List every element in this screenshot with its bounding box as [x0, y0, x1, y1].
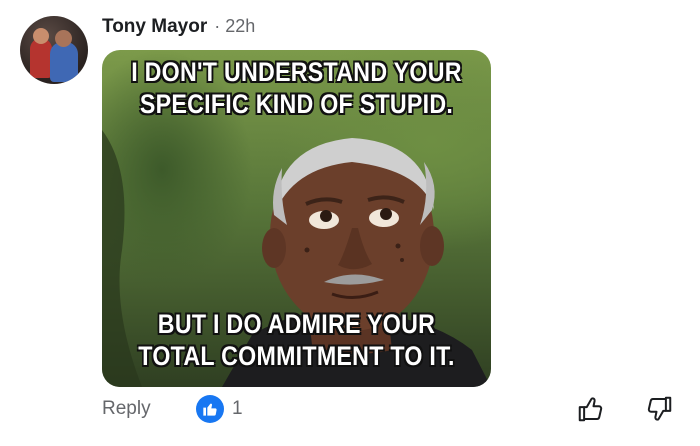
avatar-head-right	[55, 30, 72, 47]
author-name[interactable]: Tony Mayor	[102, 16, 207, 38]
separator-dot: ·	[214, 16, 221, 36]
avatar-figure-left	[30, 38, 52, 78]
comment: Tony Mayor · 22h I DON'T UNDERSTAND YOUR…	[0, 0, 700, 446]
timestamp[interactable]: 22h	[225, 16, 255, 37]
upvote-icon[interactable]	[576, 394, 606, 424]
meme-bottom-caption: BUT I DO ADMIRE YOUR TOTAL COMMITMENT TO…	[129, 308, 464, 372]
thumbs-up-icon	[196, 395, 224, 423]
comment-actions: Reply 1	[0, 390, 700, 430]
avatar-head-left	[33, 28, 49, 44]
meme-top-line-2: SPECIFIC KIND OF STUPID.	[139, 89, 454, 119]
downvote-icon[interactable]	[644, 394, 674, 424]
comment-header: Tony Mayor · 22h	[102, 16, 255, 38]
reaction-summary[interactable]: 1	[196, 395, 243, 423]
reaction-count: 1	[232, 398, 243, 419]
avatar[interactable]	[20, 16, 88, 84]
meme-bottom-line-1: BUT I DO ADMIRE YOUR	[157, 309, 436, 339]
avatar-figure-right	[50, 42, 78, 82]
meme-top-line-1: I DON'T UNDERSTAND YOUR	[131, 57, 462, 87]
meme-top-caption: I DON'T UNDERSTAND YOUR SPECIFIC KIND OF…	[129, 56, 464, 120]
meme-bottom-line-2: TOTAL COMMITMENT TO IT.	[138, 341, 455, 371]
meme-image[interactable]: I DON'T UNDERSTAND YOUR SPECIFIC KIND OF…	[102, 50, 491, 387]
reply-button[interactable]: Reply	[102, 398, 151, 420]
